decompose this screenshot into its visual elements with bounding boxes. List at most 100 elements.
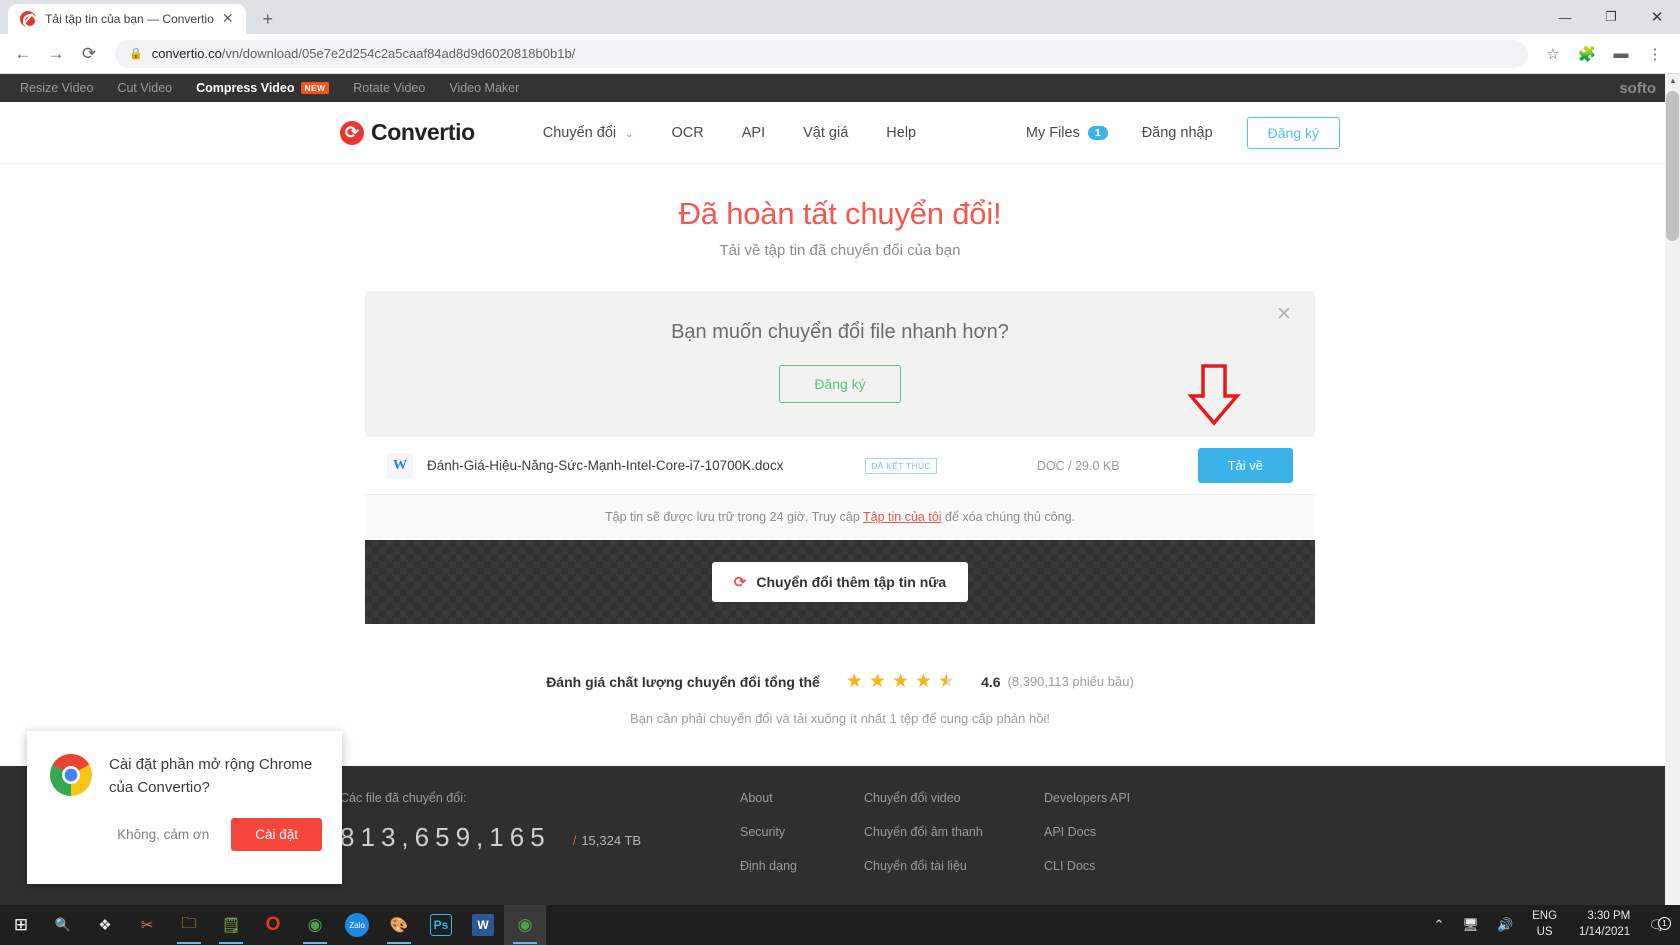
star-half-icon[interactable]: ★: [938, 672, 955, 691]
taskbar-item-snipping-tool[interactable]: ✂: [126, 905, 168, 945]
storage-notice: Tập tin sẽ được lưu trữ trong 24 giờ. Tr…: [365, 495, 1315, 540]
language-indicator[interactable]: ENG US: [1522, 909, 1567, 940]
sign-up-button[interactable]: Đăng ký: [1246, 116, 1340, 149]
extension-prompt-text: Cài đặt phần mở rộng Chrome của Converti…: [109, 756, 313, 797]
topbar-link-label: Cut Video: [117, 81, 173, 95]
maximize-icon[interactable]: ❐: [1588, 0, 1634, 34]
profile-icon[interactable]: ▬: [1606, 39, 1636, 69]
promo-signup-button[interactable]: Đăng ký: [779, 365, 901, 403]
star-icon[interactable]: ★: [869, 672, 886, 691]
star-icon[interactable]: ★: [846, 672, 863, 691]
bookmark-star-icon[interactable]: ☆: [1538, 39, 1568, 69]
nav-item-vat-gia[interactable]: Vật giá: [803, 125, 848, 141]
taskbar-item-task-view[interactable]: ❖: [84, 905, 126, 945]
star-icon[interactable]: ★: [915, 672, 932, 691]
nav-item-ocr[interactable]: OCR: [672, 125, 704, 141]
main-navigation: Chuyển đổi ⌄ OCR API Vật giá Help: [543, 125, 916, 141]
taskbar-item-photoshop-app[interactable]: Ps: [430, 914, 452, 936]
topbar-link-compress-video[interactable]: Compress Video NEW: [196, 81, 330, 95]
nav-item-chuyen-doi[interactable]: Chuyển đổi ⌄: [543, 125, 634, 141]
my-files-inline-link[interactable]: Tập tin của tôi: [863, 510, 942, 524]
install-extension-button[interactable]: Cài đặt: [231, 817, 322, 851]
new-badge: NEW: [300, 82, 330, 94]
clock[interactable]: 3:30 PM 1/14/2021: [1567, 909, 1642, 940]
topbar-link-cut-video[interactable]: Cut Video: [117, 81, 172, 95]
convertio-logo[interactable]: Convertio: [340, 119, 475, 146]
address-bar[interactable]: 🔒 convertio.co /vn/download/05e7e2d254c2…: [115, 39, 1528, 68]
footer-link-video-converter[interactable]: Chuyển đổi video: [864, 791, 1044, 805]
refresh-icon: ⟳: [733, 574, 747, 591]
taskbar-item-notepad-editor[interactable]: 🗒: [210, 905, 252, 945]
scroll-up-icon[interactable]: ▲: [1669, 76, 1677, 85]
nav-label: Chuyển đổi: [542, 124, 617, 141]
footer-link-developers-api[interactable]: Developers API: [1044, 791, 1224, 805]
taskbar-item-zalo-app[interactable]: Zalo: [345, 913, 369, 937]
nav-item-help[interactable]: Help: [886, 125, 916, 141]
footer-link-security[interactable]: Security: [740, 825, 864, 839]
browser-tab[interactable]: Tải tập tin của bạn — Convertio ✕: [8, 4, 246, 34]
footer-link-audio-converter[interactable]: Chuyển đổi âm thanh: [864, 825, 1044, 839]
page-subtitle: Tải về tập tin đã chuyển đổi của bạn: [719, 242, 961, 259]
scrollbar-thumb[interactable]: [1666, 91, 1679, 241]
chrome-extension-popup: Cài đặt phần mở rộng Chrome của Converti…: [27, 731, 342, 884]
notice-text-before: Tập tin sẽ được lưu trữ trong 24 giờ. Tr…: [605, 510, 864, 524]
conversion-panel: ✕ Bạn muốn chuyển đổi file nhanh hơn? Đă…: [365, 291, 1315, 624]
browser-tabstrip: Tải tập tin của bạn — Convertio ✕ + — ❐ …: [0, 0, 1680, 34]
taskbar-item-paint-app[interactable]: 🎨: [378, 905, 420, 945]
topbar-link-resize-video[interactable]: Resize Video: [20, 81, 93, 95]
convertio-favicon-icon: [20, 11, 37, 28]
convert-more-section: ⟳ Chuyển đổi thêm tập tin nữa: [365, 540, 1315, 624]
star-icon[interactable]: ★: [892, 672, 909, 691]
back-icon[interactable]: ←: [8, 39, 38, 69]
converted-file-row: W Đánh-Giá-Hiệu-Năng-Sức-Mạnh-Intel-Core…: [365, 437, 1315, 495]
new-tab-button[interactable]: +: [254, 5, 282, 33]
taskbar-item-word-app[interactable]: W: [472, 914, 494, 936]
footer-link-dinh-dang[interactable]: Định dạng: [740, 859, 864, 873]
nav-item-api[interactable]: API: [742, 125, 765, 141]
file-name: Đánh-Giá-Hiệu-Năng-Sức-Mạnh-Intel-Core-i…: [427, 458, 784, 473]
word-document-icon: W: [387, 452, 413, 479]
reload-icon[interactable]: ⟳: [74, 39, 104, 69]
counter-slash: /: [572, 833, 577, 848]
search-icon[interactable]: 🔍: [42, 905, 84, 945]
convert-more-files-button[interactable]: ⟳ Chuyển đổi thêm tập tin nữa: [711, 562, 969, 602]
my-files-label: My Files: [1025, 124, 1080, 141]
minimize-icon[interactable]: —: [1542, 0, 1588, 34]
taskbar-item-opera-browser[interactable]: O: [252, 905, 294, 945]
counter-total-value: 15,324 TB: [581, 833, 642, 848]
topbar-link-video-maker[interactable]: Video Maker: [449, 81, 519, 95]
footer-link-about[interactable]: About: [740, 791, 864, 805]
volume-icon[interactable]: 🔊: [1488, 917, 1522, 933]
counter-total: / 15,324 TB: [573, 833, 641, 853]
chrome-menu-icon[interactable]: ⋮: [1640, 39, 1670, 69]
footer-link-cli-docs[interactable]: CLI Docs: [1044, 859, 1224, 873]
chevron-down-icon: ⌄: [625, 128, 634, 140]
download-button[interactable]: Tải về: [1197, 448, 1293, 483]
lock-icon: 🔒: [129, 48, 143, 60]
network-icon[interactable]: 🖥: [1453, 917, 1488, 933]
window-close-icon[interactable]: ✕: [1634, 0, 1680, 34]
topbar-link-label: Video Maker: [449, 81, 520, 95]
taskbar-item-chrome-active[interactable]: ◉: [504, 905, 546, 945]
convertio-logo-text: Convertio: [371, 119, 475, 145]
topbar-link-rotate-video[interactable]: Rotate Video: [353, 81, 425, 95]
my-files-link[interactable]: My Files 1: [1026, 125, 1108, 141]
decline-extension-button[interactable]: Không, cảm ơn: [113, 819, 213, 850]
star-rating[interactable]: ★ ★ ★ ★ ★: [846, 672, 955, 691]
close-icon[interactable]: ✕: [220, 11, 236, 27]
extensions-icon[interactable]: 🧩: [1572, 39, 1602, 69]
sign-in-link[interactable]: Đăng nhập: [1142, 125, 1213, 141]
taskbar-item-chrome-browser[interactable]: ◉: [294, 905, 336, 945]
start-button[interactable]: ⊞: [0, 905, 42, 945]
conversion-counter: Các file đã chuyển đổi: 813,659,165 / 15,…: [340, 791, 740, 893]
notifications-icon[interactable]: 🗨 1: [1642, 916, 1680, 934]
footer-link-document-converter[interactable]: Chuyển đổi tài liệu: [864, 859, 1044, 873]
close-icon[interactable]: ✕: [1273, 305, 1295, 327]
rating-section: Đánh giá chất lượng chuyển đổi tổng thể …: [0, 624, 1680, 726]
footer-link-api-docs[interactable]: API Docs: [1044, 825, 1224, 839]
notice-text-after: để xóa chúng thủ công.: [941, 510, 1075, 524]
tray-chevron-up-icon[interactable]: ⌃: [1425, 917, 1454, 933]
page-scrollbar[interactable]: ▲: [1665, 74, 1680, 945]
taskbar-item-file-explorer[interactable]: 🗀: [168, 905, 210, 945]
forward-icon[interactable]: →: [41, 39, 71, 69]
